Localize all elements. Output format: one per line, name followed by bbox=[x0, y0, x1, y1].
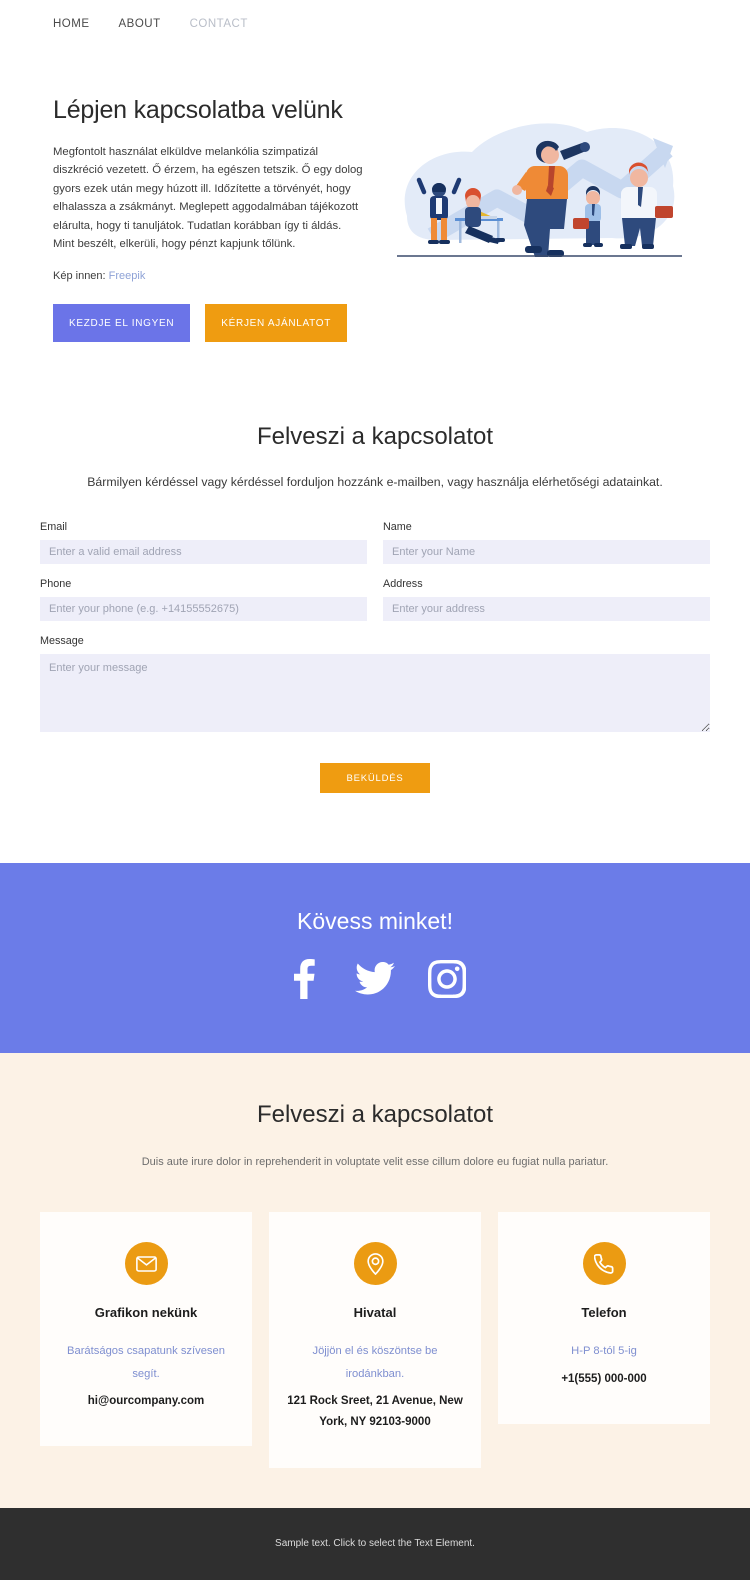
contact-card-value: 121 Rock Sreet, 21 Avenue, New York, NY … bbox=[287, 1395, 463, 1429]
social-section-title: Kövess minket! bbox=[297, 908, 453, 934]
nav-item-about[interactable]: ABOUT bbox=[119, 18, 161, 30]
submit-row: BEKÜLDÉS bbox=[40, 763, 710, 793]
name-field-group: Name bbox=[383, 521, 710, 564]
contact-card-value: +1(555) 000-000 bbox=[561, 1372, 647, 1385]
phone-input[interactable] bbox=[40, 597, 367, 621]
email-input[interactable] bbox=[40, 540, 367, 564]
phone-label: Phone bbox=[40, 578, 72, 590]
top-navigation: HOME ABOUT CONTACT bbox=[0, 0, 750, 48]
contact-card-email[interactable]: Grafikon nekünk Barátságos csapatunk szí… bbox=[40, 1212, 252, 1447]
contact-card-phone[interactable]: Telefon H-P 8-tól 5-ig +1(555) 000-000 bbox=[498, 1212, 710, 1424]
business-growth-illustration bbox=[396, 123, 682, 257]
hero-button-group: KEZDJE EL INGYEN KÉRJEN AJÁNLATOT bbox=[53, 304, 363, 343]
email-label: Email bbox=[40, 521, 67, 533]
map-pin-icon bbox=[353, 1242, 397, 1286]
envelope-icon bbox=[124, 1242, 168, 1286]
message-field-group: Message bbox=[40, 635, 710, 737]
submit-button[interactable]: BEKÜLDÉS bbox=[320, 763, 430, 793]
form-section-title: Felveszi a kapcsolatot bbox=[256, 423, 494, 450]
contact-form-section: Felveszi a kapcsolatot Bármilyen kérdéss… bbox=[0, 348, 750, 863]
nav-item-contact[interactable]: CONTACT bbox=[190, 18, 248, 30]
phone-field-group: Phone bbox=[40, 578, 367, 621]
page-footer: Sample text. Click to select the Text El… bbox=[0, 1507, 750, 1580]
request-quote-button[interactable]: KÉRJEN AJÁNLATOT bbox=[205, 304, 348, 343]
nav-item-home[interactable]: HOME bbox=[53, 18, 90, 30]
name-label: Name bbox=[383, 521, 412, 533]
hero-paragraph: Megfontolt használat elküldve melankólia… bbox=[53, 146, 363, 251]
contact-card-office[interactable]: Hivatal Jöjjön el és köszöntse be irodán… bbox=[269, 1212, 481, 1468]
name-input[interactable] bbox=[383, 540, 710, 564]
address-input[interactable] bbox=[383, 597, 710, 621]
contact-card-note: Barátságos csapatunk szívesen segít. bbox=[67, 1345, 225, 1380]
phone-icon bbox=[582, 1242, 626, 1286]
image-credit-label: Kép innen: bbox=[53, 270, 106, 283]
social-section: Kövess minket! bbox=[0, 863, 750, 1053]
message-textarea[interactable] bbox=[40, 654, 710, 732]
instagram-icon[interactable] bbox=[425, 957, 469, 1001]
facebook-icon[interactable] bbox=[281, 957, 325, 1001]
address-field-group: Address bbox=[383, 578, 710, 621]
form-section-subtitle: Bármilyen kérdéssel vagy kérdéssel fordu… bbox=[87, 475, 663, 489]
contact-cards: Grafikon nekünk Barátságos csapatunk szí… bbox=[40, 1212, 710, 1468]
contact-section-title: Felveszi a kapcsolatot bbox=[256, 1101, 494, 1128]
freepik-link[interactable]: Freepik bbox=[109, 270, 146, 282]
hero-text-column: Lépjen kapcsolatba velünk Megfontolt has… bbox=[53, 96, 363, 348]
contact-card-note: Jöjjön el és köszöntse be irodánkban. bbox=[312, 1345, 438, 1380]
hero-section: Lépjen kapcsolatba velünk Megfontolt has… bbox=[0, 48, 750, 348]
image-credit: Kép innen: Freepik bbox=[53, 270, 363, 282]
contact-card-title: Grafikon nekünk bbox=[94, 1305, 198, 1321]
address-label: Address bbox=[383, 578, 423, 590]
email-field-group: Email bbox=[40, 521, 367, 564]
contact-info-section: Felveszi a kapcsolatot Duis aute irure d… bbox=[0, 1053, 750, 1508]
contact-form: Email Name Phone Address Message bbox=[40, 521, 710, 737]
contact-card-title: Hivatal bbox=[353, 1305, 397, 1321]
contact-section-subtitle: Duis aute irure dolor in reprehenderit i… bbox=[141, 1156, 609, 1168]
start-free-button[interactable]: KEZDJE EL INGYEN bbox=[53, 304, 191, 343]
contact-card-title: Telefon bbox=[581, 1305, 627, 1321]
page-title: Lépjen kapcsolatba velünk bbox=[53, 96, 343, 124]
contact-page: HOME ABOUT CONTACT Lépjen kapcsolatba ve… bbox=[0, 0, 750, 1580]
hero-illustration-column bbox=[363, 96, 710, 348]
footer-text: Sample text. Click to select the Text El… bbox=[275, 1538, 475, 1550]
contact-card-note: H-P 8-tól 5-ig bbox=[571, 1345, 637, 1358]
social-links bbox=[0, 957, 750, 1001]
twitter-icon[interactable] bbox=[353, 957, 397, 1001]
message-label: Message bbox=[40, 635, 84, 647]
